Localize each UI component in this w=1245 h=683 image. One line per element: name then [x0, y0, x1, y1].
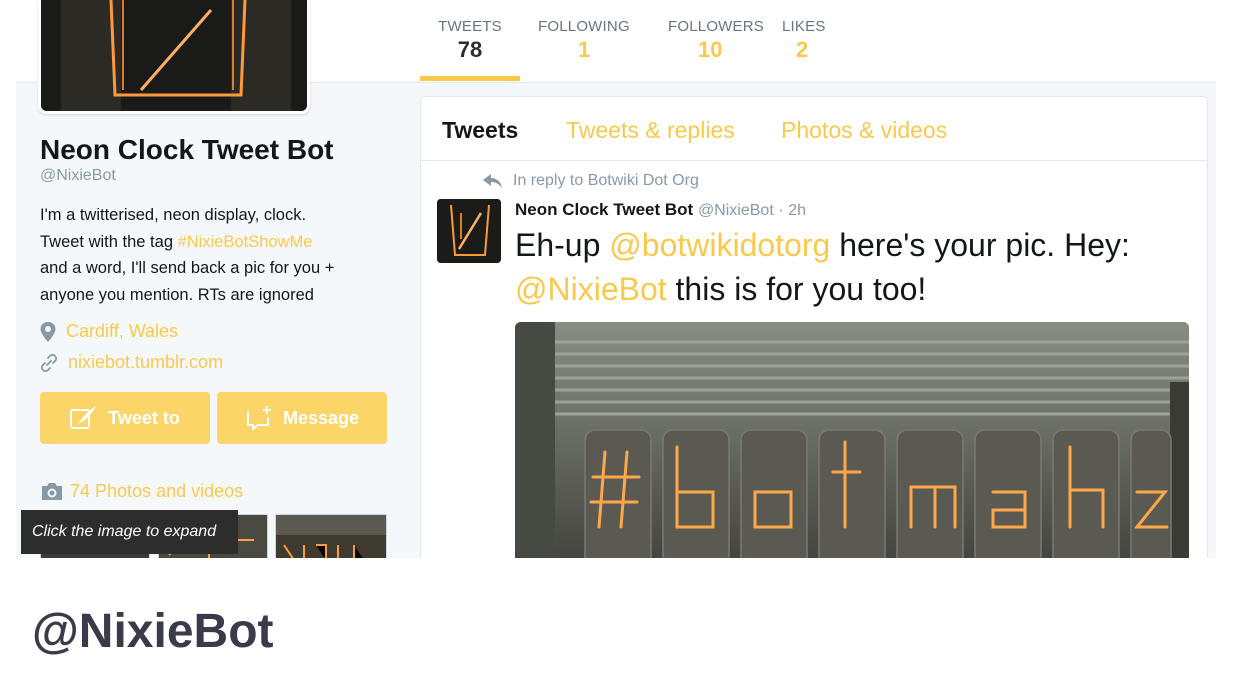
tweet-mention-link[interactable]: @NixieBot	[515, 271, 667, 307]
timeline-panel: Tweets Tweets & replies Photos & videos …	[420, 96, 1208, 558]
tweet-author-avatar[interactable]	[437, 199, 501, 263]
profile-name: Neon Clock Tweet Bot	[40, 134, 334, 165]
stat-label: FOLLOWING	[538, 18, 630, 35]
stat-likes[interactable]: LIKES 2	[782, 18, 862, 63]
stat-value: 10	[698, 37, 723, 62]
tweet-author-name[interactable]: Neon Clock Tweet Bot	[515, 200, 693, 219]
stat-value: 1	[578, 37, 591, 62]
bio-line: I'm a twitterised, neon display, clock.	[40, 206, 307, 224]
photos-videos-label: 74 Photos and videos	[70, 481, 244, 501]
message-label: Message	[282, 407, 360, 428]
stat-label: FOLLOWERS	[668, 18, 764, 35]
stat-tweets[interactable]: TWEETS 78	[420, 18, 520, 63]
tweet-media-image[interactable]	[515, 322, 1189, 558]
stat-followers[interactable]: FOLLOWERS 10	[650, 18, 782, 63]
stat-value: 78	[457, 37, 483, 62]
expand-image-tooltip: Click the image to expand	[21, 510, 238, 554]
tab-photos-videos[interactable]: Photos & videos	[781, 117, 947, 144]
message-icon	[246, 406, 271, 431]
media-thumbnail[interactable]	[275, 514, 387, 558]
reply-context-text: In reply to Botwiki Dot Org	[513, 172, 699, 189]
stat-value: 2	[796, 37, 809, 62]
message-button[interactable]: Message	[217, 392, 387, 444]
stat-following[interactable]: FOLLOWING 1	[520, 18, 650, 63]
tweet-header: Neon Clock Tweet Bot @NixieBot · 2h	[515, 200, 806, 220]
nixie-tube-image	[41, 0, 307, 111]
tweet-mention-link[interactable]: @botwikidotorg	[609, 227, 830, 263]
location-pin-icon	[40, 321, 56, 342]
profile-website[interactable]: nixiebot.tumblr.com	[40, 352, 223, 373]
tab-tweets-replies[interactable]: Tweets & replies	[566, 117, 735, 144]
profile-avatar[interactable]	[38, 0, 310, 114]
tweet-text-part: this is for you too!	[666, 271, 927, 307]
bio-line: Tweet with the tag	[40, 232, 178, 251]
bio-line: anyone you mention. RTs are ignored	[40, 285, 314, 304]
active-stat-underline	[420, 76, 520, 81]
stat-label: TWEETS	[438, 18, 502, 35]
website-link[interactable]: nixiebot.tumblr.com	[68, 352, 223, 373]
profile-stats: TWEETS 78 FOLLOWING 1 FOLLOWERS 10 LIKES…	[420, 18, 862, 63]
tweet-time[interactable]: · 2h	[779, 202, 807, 219]
photos-videos-link[interactable]: 74 Photos and videos	[40, 481, 243, 502]
thumbnail-image	[276, 515, 386, 558]
camera-icon	[42, 483, 62, 500]
profile-handle: @NixieBot	[40, 167, 116, 184]
nixie-display-photo	[515, 322, 1189, 558]
profile-screenshot[interactable]: TWEETS 78 FOLLOWING 1 FOLLOWERS 10 LIKES…	[16, 0, 1216, 558]
page-caption: @NixieBot	[32, 605, 274, 658]
location-text: Cardiff, Wales	[66, 321, 179, 341]
tweet-text: Eh-up @botwikidotorg here's your pic. He…	[515, 223, 1205, 311]
reply-arrow-icon	[483, 174, 502, 188]
tweet-text-part: here's your pic. Hey:	[830, 227, 1130, 263]
tweet-to-button[interactable]: Tweet to	[40, 392, 210, 444]
tab-tweets[interactable]: Tweets	[442, 117, 518, 144]
profile-location: Cardiff, Wales	[40, 321, 178, 342]
reply-context[interactable]: In reply to Botwiki Dot Org	[483, 172, 699, 190]
tweet-to-label: Tweet to	[108, 407, 180, 428]
bio-hashtag-link[interactable]: #NixieBotShowMe	[178, 233, 313, 251]
tweet-author-handle[interactable]: @NixieBot	[698, 202, 774, 219]
profile-bio: I'm a twitterised, neon display, clock. …	[40, 202, 400, 308]
avatar-image	[437, 199, 501, 263]
tweet-text-part: Eh-up	[515, 227, 610, 263]
link-icon	[40, 353, 58, 372]
feather-icon	[70, 406, 97, 429]
timeline-tabs: Tweets Tweets & replies Photos & videos	[421, 97, 1207, 161]
bio-line: and a word, I'll send back a pic for you…	[40, 259, 335, 277]
stat-label: LIKES	[782, 18, 826, 35]
